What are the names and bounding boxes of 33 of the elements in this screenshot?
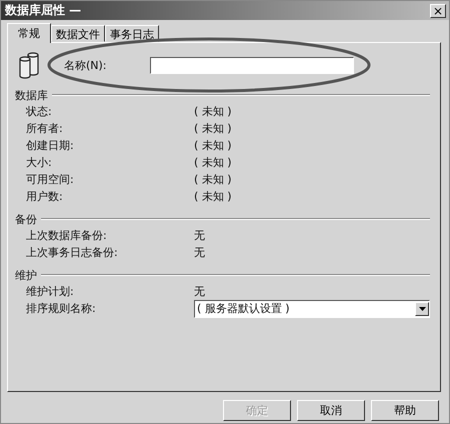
section-title: 备份 [15,212,37,226]
field-label: 维护计划: [26,284,75,299]
tab[interactable]: 数据文件 [51,25,105,42]
field-label: 排序规则名称: [26,301,97,316]
field-value: 无 [194,228,205,243]
field-label: 创建日期: [26,138,75,153]
field-value: ( 未知 ) [194,155,232,170]
close-button[interactable]: × [430,4,446,18]
dialog-button[interactable]: 帮助 [371,400,439,421]
field-value: ( 未知 ) [194,172,232,187]
field-value: 无 [194,284,205,299]
name-field[interactable] [150,56,354,74]
field-label: 可用空间: [26,172,75,187]
field-value: ( 未知 ) [194,138,232,153]
caret-icon [418,306,426,310]
field-label: 上次事务日志备份: [26,245,119,260]
field-label: 大小: [26,155,53,170]
name-label: 名称(N): [64,58,108,72]
field-value: 无 [194,245,205,260]
field-label: 用户数: [26,189,64,204]
field-label: 状态: [26,104,53,119]
collation-dropdown[interactable]: ( 服务器默认设置 ) [194,300,430,318]
field-label: 所有者: [26,121,64,136]
dialog-button[interactable]: 取消 [297,400,365,421]
tab[interactable]: 常规 [7,23,51,43]
section-title: 维护 [15,268,37,282]
field-value: ( 未知 ) [194,121,232,136]
window-title: 数据库屈性 — [5,2,82,19]
field-value: ( 未知 ) [194,189,232,204]
field-label: 上次数据库备份: [26,228,108,243]
field-value: ( 未知 ) [194,104,232,119]
tab[interactable]: 事务日志 [105,25,159,42]
section-title: 数据库 [15,88,48,102]
